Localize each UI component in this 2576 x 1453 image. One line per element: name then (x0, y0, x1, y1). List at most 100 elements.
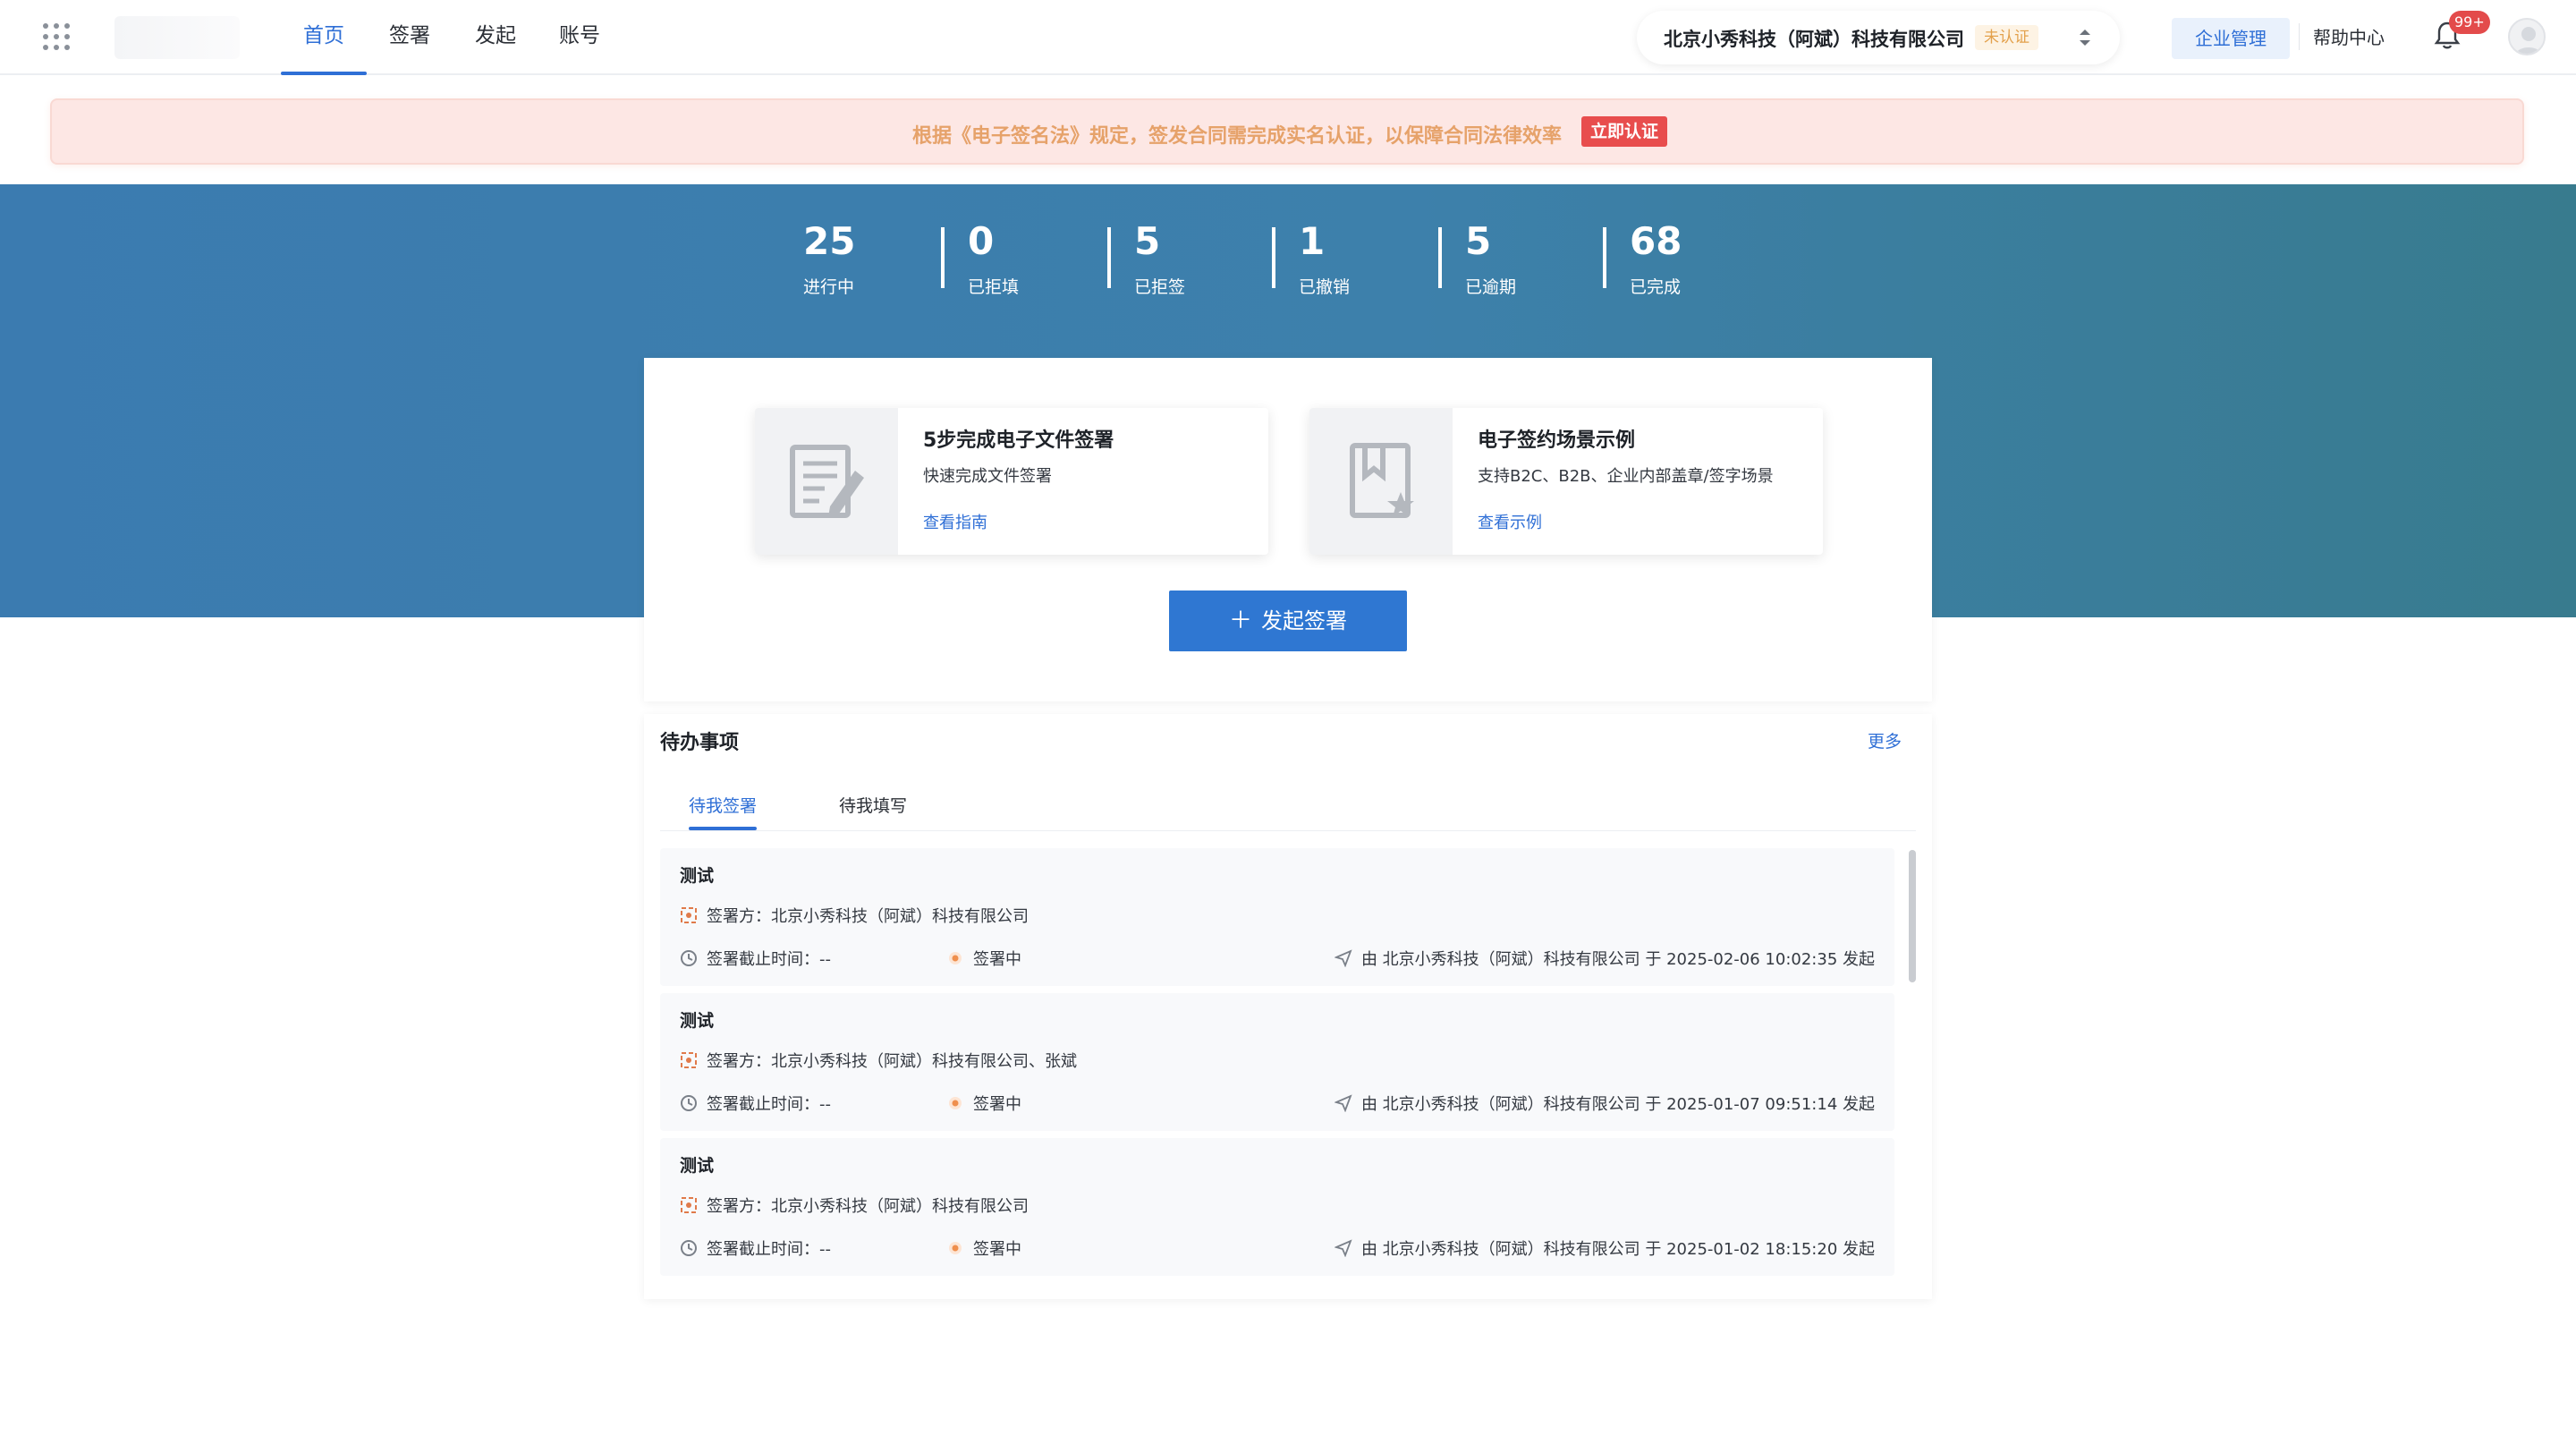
stat-divider (1438, 227, 1442, 288)
stat-value: 5 (1134, 219, 1161, 263)
item-signers: 签署方：北京小秀科技（阿斌）科技有限公司 (680, 1194, 1029, 1217)
guide-description: 支持B2C、B2B、企业内部盖章/签字场景 (1478, 467, 1774, 486)
clock-icon (681, 950, 697, 966)
status-text: 签署中 (973, 1240, 1021, 1259)
start-signing-label: 发起签署 (1261, 608, 1347, 633)
top-nav: 首页 签署 发起 账号 北京小秀科技（阿斌）科技有限公司 未认证 企业管理 帮助… (0, 0, 2576, 75)
stat-value: 0 (968, 219, 995, 263)
item-status: 签署中 (946, 1092, 1021, 1115)
item-title: 测试 (680, 1011, 715, 1031)
guide-card-scenarios[interactable]: 电子签约场景示例 支持B2C、B2B、企业内部盖章/签字场景 查看示例 (1309, 408, 1823, 555)
todo-list: 测试 签署方：北京小秀科技（阿斌）科技有限公司 签署截止时间：-- 签署中 由 … (660, 848, 1916, 1285)
list-item[interactable]: 测试 签署方：北京小秀科技（阿斌）科技有限公司 签署截止时间：-- 签署中 由 … (660, 848, 1894, 986)
list-scrollbar[interactable] (1909, 850, 1916, 982)
verify-now-button[interactable]: 立即认证 (1581, 116, 1668, 147)
guide-icon-box (755, 408, 898, 555)
tab-pending-sign[interactable]: 待我签署 (689, 793, 757, 817)
guide-icon-box (1309, 408, 1453, 555)
status-text: 签署中 (973, 1095, 1021, 1114)
enterprise-manage-button[interactable]: 企业管理 (2172, 18, 2290, 59)
item-origin: 由 北京小秀科技（阿斌）科技有限公司 于 2025-01-07 09:51:14… (1334, 1092, 1875, 1115)
list-item[interactable]: 测试 签署方：北京小秀科技（阿斌）科技有限公司 签署截止时间：-- 签署中 由 … (660, 1138, 1894, 1276)
clock-icon (681, 1240, 697, 1256)
stat-divider (1603, 227, 1606, 288)
nav-tab-initiate[interactable]: 发起 (467, 0, 524, 75)
stat-divider (941, 227, 945, 288)
stat-sign-rejected[interactable]: 5 已拒签 (1134, 220, 1268, 298)
stat-fill-rejected[interactable]: 0 已拒填 (968, 220, 1102, 298)
notification-count-badge: 99+ (2449, 11, 2490, 34)
item-title: 测试 (680, 1156, 715, 1176)
origin-text: 由 北京小秀科技（阿斌）科技有限公司 于 2025-01-07 09:51:14… (1360, 1095, 1875, 1114)
signer-icon (681, 1197, 697, 1213)
stat-label: 已拒签 (1134, 277, 1186, 297)
signer-icon (681, 1052, 697, 1068)
nav-tab-home[interactable]: 首页 (281, 0, 367, 75)
item-status: 签署中 (946, 947, 1021, 970)
signers-text: 签署方：北京小秀科技（阿斌）科技有限公司 (707, 1197, 1029, 1216)
item-signers: 签署方：北京小秀科技（阿斌）科技有限公司、张斌 (680, 1049, 1077, 1072)
guide-title: 5步完成电子文件签署 (923, 429, 1114, 452)
stat-overdue[interactable]: 5 已逾期 (1465, 220, 1599, 298)
stat-value: 5 (1465, 219, 1492, 263)
signers-text: 签署方：北京小秀科技（阿斌）科技有限公司、张斌 (707, 1052, 1077, 1071)
stat-revoked[interactable]: 1 已撤销 (1299, 220, 1433, 298)
item-origin: 由 北京小秀科技（阿斌）科技有限公司 于 2025-02-06 10:02:35… (1334, 947, 1875, 970)
stat-in-progress[interactable]: 25 进行中 (803, 220, 937, 298)
plus-icon: ＋ (1228, 608, 1252, 634)
verify-status-badge: 未认证 (1975, 25, 2038, 50)
item-status: 签署中 (946, 1236, 1021, 1260)
stat-completed[interactable]: 68 已完成 (1630, 220, 1764, 298)
nav-tab-sign[interactable]: 签署 (381, 0, 438, 75)
bookmark-star-icon (1350, 443, 1414, 518)
more-link[interactable]: 更多 (1868, 728, 1902, 752)
status-dot-icon (949, 1097, 962, 1109)
avatar[interactable] (2508, 18, 2546, 55)
logo[interactable] (114, 16, 240, 59)
send-icon (1334, 949, 1352, 967)
quick-start-card: 5步完成电子文件签署 快速完成文件签署 查看指南 电子签约场景示例 支持B2C、… (644, 358, 1932, 701)
signers-text: 签署方：北京小秀科技（阿斌）科技有限公司 (707, 907, 1029, 926)
item-origin: 由 北京小秀科技（阿斌）科技有限公司 于 2025-01-02 18:15:20… (1334, 1236, 1875, 1260)
sort-arrows-icon (2080, 30, 2090, 46)
stat-value: 68 (1630, 219, 1682, 263)
stat-label: 已逾期 (1465, 277, 1517, 297)
deadline-text: 签署截止时间：-- (707, 950, 831, 969)
help-center-link[interactable]: 帮助中心 (2313, 23, 2385, 49)
deadline-text: 签署截止时间：-- (707, 1240, 831, 1259)
origin-text: 由 北京小秀科技（阿斌）科技有限公司 于 2025-01-02 18:15:20… (1360, 1240, 1875, 1259)
deadline-text: 签署截止时间：-- (707, 1095, 831, 1114)
guide-description: 快速完成文件签署 (923, 467, 1052, 486)
org-name: 北京小秀科技（阿斌）科技有限公司 (1664, 29, 1964, 50)
document-edit-icon (790, 445, 864, 518)
list-item[interactable]: 测试 签署方：北京小秀科技（阿斌）科技有限公司、张斌 签署截止时间：-- 签署中… (660, 993, 1894, 1131)
tab-divider (660, 830, 1916, 831)
stat-label: 已撤销 (1299, 277, 1351, 297)
apps-grid-icon[interactable] (43, 23, 70, 50)
clock-icon (681, 1095, 697, 1111)
divider (2299, 23, 2300, 50)
guide-card-steps[interactable]: 5步完成电子文件签署 快速完成文件签署 查看指南 (755, 408, 1268, 555)
item-title: 测试 (680, 866, 715, 886)
view-guide-link[interactable]: 查看指南 (923, 510, 987, 533)
status-dot-icon (949, 1242, 962, 1254)
user-icon (2515, 27, 2542, 54)
stat-value: 25 (803, 219, 856, 263)
stat-value: 1 (1299, 219, 1326, 263)
status-dot-icon (949, 952, 962, 964)
status-text: 签署中 (973, 950, 1021, 969)
stat-label: 已完成 (1630, 277, 1682, 297)
start-signing-button[interactable]: ＋ 发起签署 (1169, 591, 1407, 651)
notice-text: 根据《电子签名法》规定，签发合同需完成实名认证，以保障合同法律效率 (912, 125, 1563, 148)
view-example-link[interactable]: 查看示例 (1478, 510, 1542, 533)
org-switcher[interactable]: 北京小秀科技（阿斌）科技有限公司 未认证 (1637, 11, 2120, 64)
tab-pending-fill[interactable]: 待我填写 (839, 793, 907, 817)
verification-notice: 根据《电子签名法》规定，签发合同需完成实名认证，以保障合同法律效率 立即认证 (50, 98, 2524, 165)
nav-tab-account[interactable]: 账号 (551, 0, 608, 75)
item-signers: 签署方：北京小秀科技（阿斌）科技有限公司 (680, 904, 1029, 927)
guide-title: 电子签约场景示例 (1478, 429, 1636, 452)
send-icon (1334, 1239, 1352, 1257)
stat-label: 进行中 (803, 277, 855, 297)
send-icon (1334, 1094, 1352, 1112)
todo-card: 待办事项 更多 待我签署 待我填写 测试 签署方：北京小秀科技（阿斌）科技有限公… (644, 714, 1932, 1299)
